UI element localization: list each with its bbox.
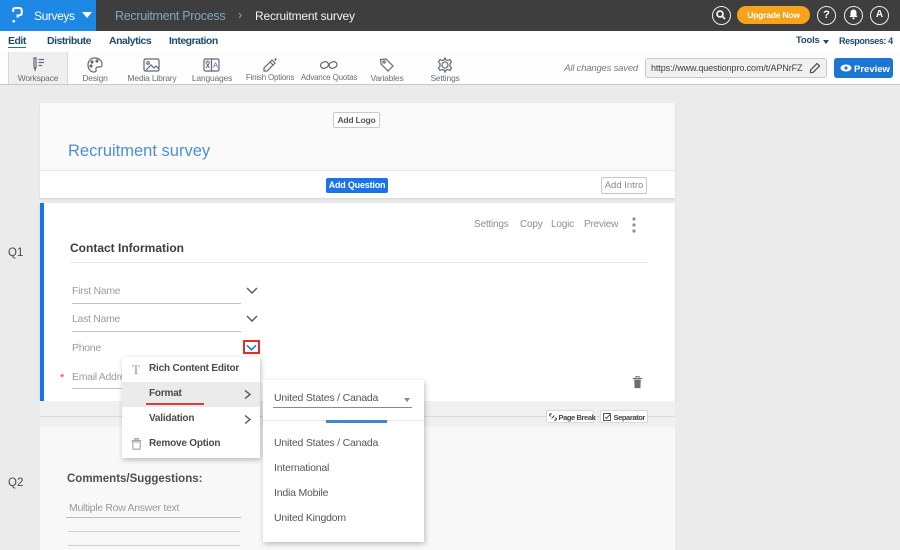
svg-text:T: T	[132, 363, 140, 376]
svg-text:A: A	[213, 61, 218, 70]
